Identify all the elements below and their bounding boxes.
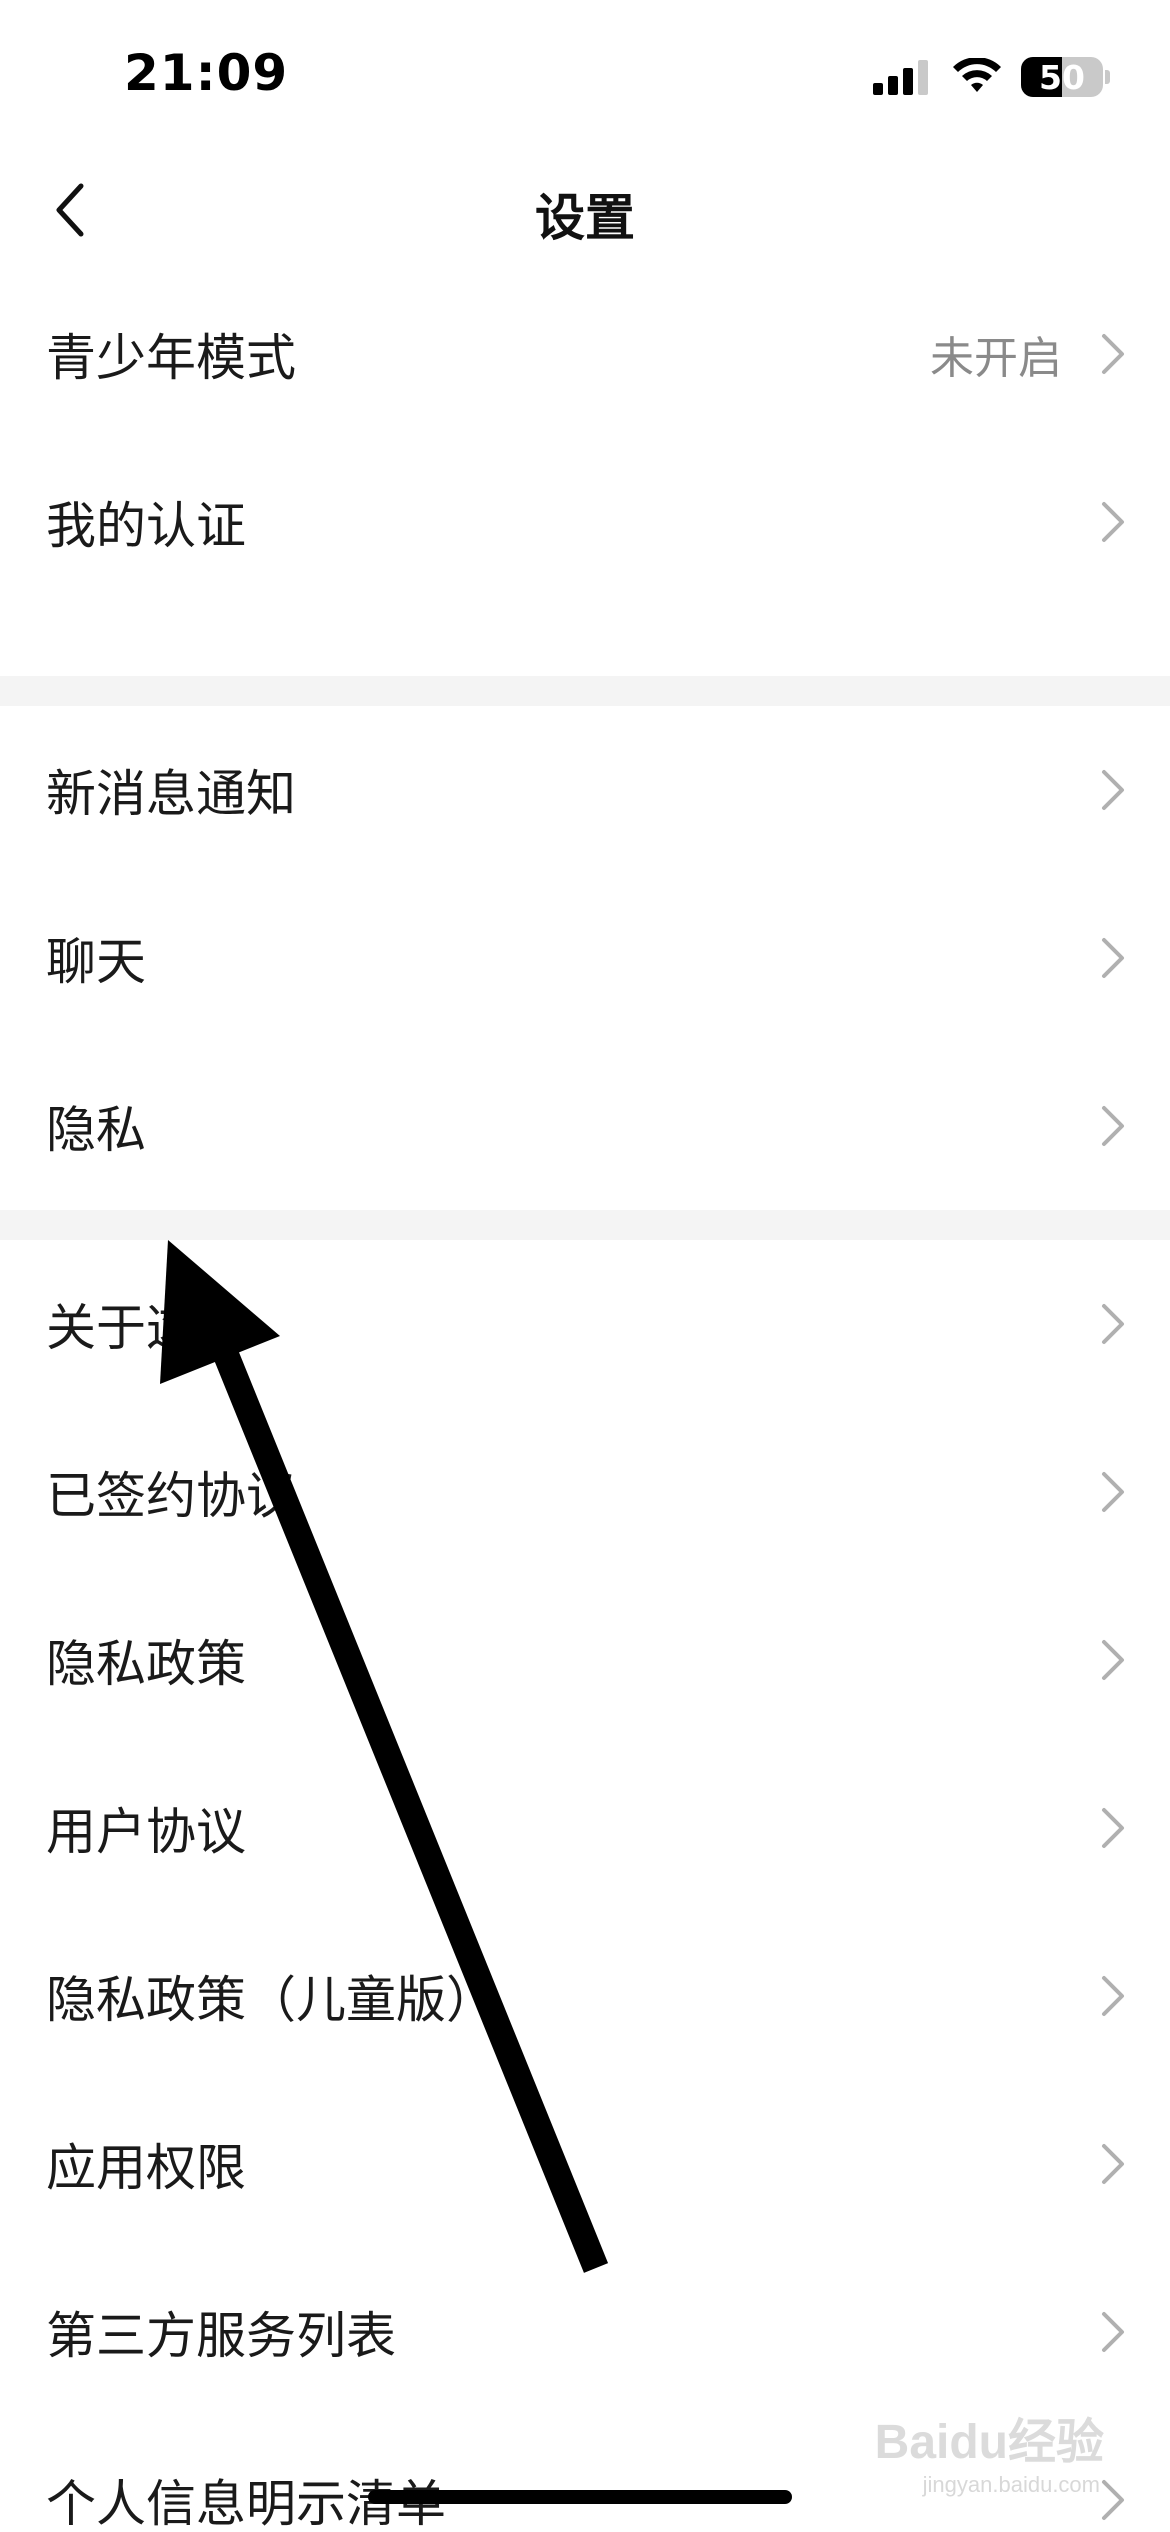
- list-item-label: 隐私: [46, 1101, 146, 1159]
- section-separator: [0, 676, 1170, 706]
- list-item-label: 已签约协议: [46, 1467, 296, 1525]
- list-item-signed-agreements[interactable]: 已签约协议: [0, 1408, 1170, 1576]
- chevron-right-icon: [1102, 1304, 1124, 1344]
- list-item-label: 青少年模式: [46, 329, 296, 387]
- list-item-label: 隐私政策（儿童版）: [46, 1971, 496, 2029]
- nav-bar: 设置: [0, 150, 1170, 270]
- battery-nub: [1105, 70, 1110, 84]
- chevron-right-icon: [1102, 938, 1124, 978]
- battery-icon: 50: [1021, 57, 1103, 97]
- wifi-icon: [953, 58, 1001, 92]
- list-item-user-agreement[interactable]: 用户协议: [0, 1744, 1170, 1912]
- chevron-right-icon: [1102, 1640, 1124, 1680]
- list-item-notifications[interactable]: 新消息通知: [0, 706, 1170, 874]
- list-item-label: 我的认证: [46, 497, 246, 555]
- list-item-my-certification[interactable]: 我的认证: [0, 438, 1170, 606]
- chevron-right-icon: [1102, 2144, 1124, 2184]
- list-item-label: 新消息通知: [46, 765, 296, 823]
- list-item-child-privacy-policy[interactable]: 隐私政策（儿童版）: [0, 1912, 1170, 2080]
- chevron-right-icon: [1102, 770, 1124, 810]
- list-item-app-permissions[interactable]: 应用权限: [0, 2080, 1170, 2248]
- chevron-right-icon: [1102, 334, 1124, 374]
- page-title: 设置: [535, 189, 635, 247]
- chevron-right-icon: [1102, 1808, 1124, 1848]
- list-item-value: 未开启: [930, 333, 1062, 384]
- status-bar: 21:09 50: [0, 0, 1170, 150]
- list-item-youth-mode[interactable]: 青少年模式 未开启: [0, 270, 1170, 438]
- status-icons: 50: [873, 54, 1110, 100]
- list-item-label: 隐私政策: [46, 1635, 246, 1693]
- list-item-chat[interactable]: 聊天: [0, 874, 1170, 1042]
- list-item-about[interactable]: 关于这: [0, 1240, 1170, 1408]
- watermark-url: jingyan.baidu.com: [922, 2472, 1100, 2497]
- list-item-third-party-services[interactable]: 第三方服务列表: [0, 2248, 1170, 2416]
- list-item-label: 用户协议: [46, 1803, 246, 1861]
- chevron-right-icon: [1102, 1106, 1124, 1146]
- chevron-right-icon: [1102, 1472, 1124, 1512]
- status-time: 21:09: [124, 44, 289, 102]
- battery-percent: 50: [1039, 57, 1085, 97]
- chevron-right-icon: [1102, 2480, 1124, 2520]
- settings-list[interactable]: 青少年模式 未开启 我的认证 新消息通知 聊天 隐私 关于这 已签约协议 隐私政…: [0, 270, 1170, 2532]
- home-indicator[interactable]: [368, 2490, 792, 2504]
- cellular-signal-icon: [873, 60, 928, 95]
- list-item-privacy-policy[interactable]: 隐私政策: [0, 1576, 1170, 1744]
- list-item-label: 关于这: [46, 1299, 196, 1357]
- chevron-right-icon: [1102, 1976, 1124, 2016]
- list-item-label: 应用权限: [46, 2139, 246, 2197]
- list-item-label: 聊天: [46, 933, 146, 991]
- list-item-label: 第三方服务列表: [46, 2307, 396, 2365]
- list-item-privacy[interactable]: 隐私: [0, 1042, 1170, 1210]
- chevron-right-icon: [1102, 2312, 1124, 2352]
- section-separator: [0, 1210, 1170, 1240]
- watermark-logo: Baidu经验: [874, 2416, 1104, 2469]
- chevron-right-icon: [1102, 502, 1124, 542]
